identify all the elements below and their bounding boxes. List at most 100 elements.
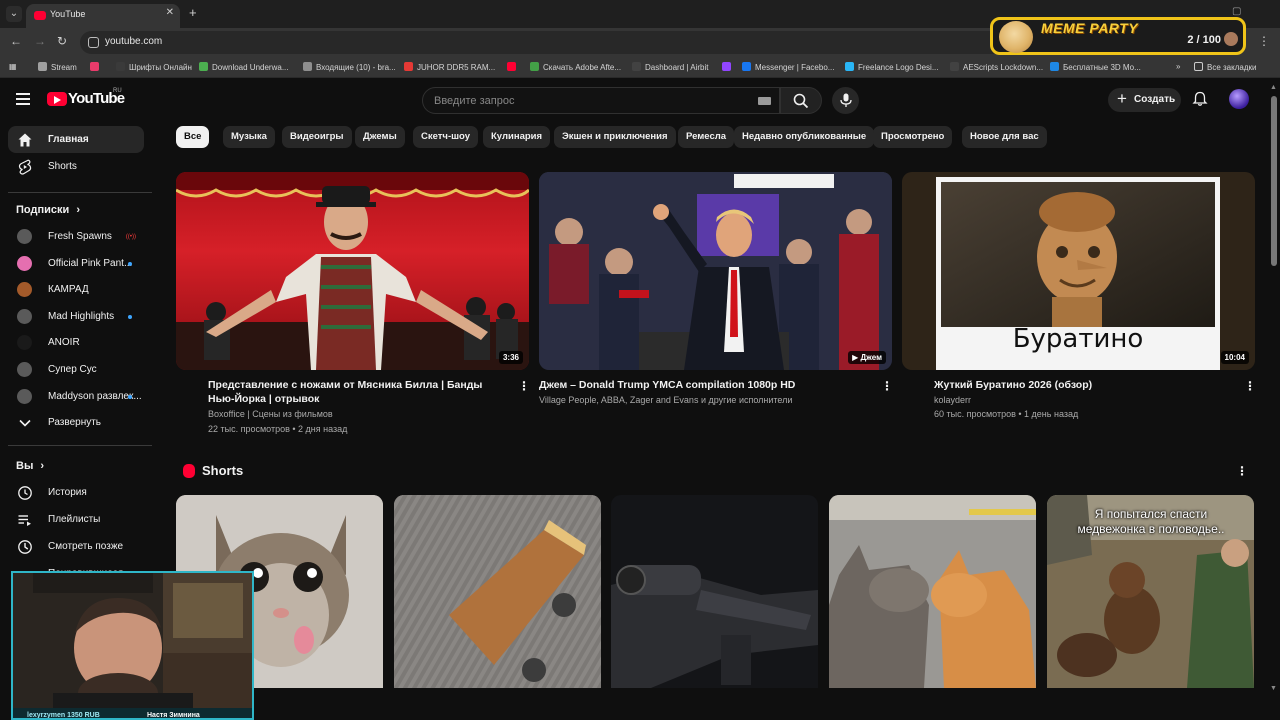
all-bookmarks-folder[interactable]: Все закладки — [1194, 62, 1256, 72]
video-channel[interactable]: Boxoffice | Сцены из фильмов — [208, 407, 333, 421]
hamburger-menu-icon[interactable] — [16, 93, 32, 105]
sidebar-item-history[interactable]: История — [8, 479, 144, 506]
chip-filter[interactable]: Скетч-шоу — [413, 126, 478, 148]
video-channel[interactable]: kolayderr — [934, 393, 971, 407]
tab-list-button[interactable]: ⌄ — [6, 6, 22, 22]
bookmark-item[interactable]: Скачать Adobe Afte... — [530, 62, 621, 72]
bookmark-item[interactable]: Шрифты Онлайн — [116, 62, 192, 72]
chip-filter[interactable]: Все — [176, 126, 210, 148]
search-icon — [793, 93, 809, 109]
sidebar-item-playlists[interactable]: Плейлисты — [8, 506, 144, 533]
sidebar-item-subscription[interactable]: Mad Highlights — [8, 303, 144, 330]
page-scrollbar[interactable]: ▲ ▼ — [1268, 82, 1280, 694]
region-code: RU — [113, 88, 122, 94]
you-heading[interactable]: Вы › — [16, 460, 44, 472]
scroll-down-icon[interactable]: ▼ — [1270, 685, 1277, 692]
channel-avatar — [17, 255, 32, 271]
bookmark-item[interactable] — [722, 62, 735, 72]
bookmark-label: Stream — [51, 63, 77, 72]
bookmarks-overflow-icon[interactable]: » — [1176, 62, 1180, 71]
chip-filter[interactable]: Музыка — [223, 126, 275, 148]
notifications-bell-icon[interactable] — [1192, 91, 1208, 107]
chip-filter[interactable]: Новое для вас — [962, 126, 1047, 148]
video-title[interactable]: Жуткий Буратино 2026 (обзор) — [934, 378, 1234, 392]
maximize-window-icon[interactable]: ▢ — [1232, 6, 1241, 17]
new-tab-button[interactable]: + — [189, 6, 197, 20]
short-card[interactable] — [394, 495, 601, 688]
bookmark-item[interactable]: Входящие (10) - bra... — [303, 62, 396, 72]
bookmark-item[interactable] — [507, 62, 520, 72]
bookmark-label: JUHOR DDR5 RAM... — [417, 63, 496, 72]
site-info-icon[interactable] — [88, 37, 99, 48]
sidebar-item-subscription[interactable]: Fresh Spawns ((•)) — [8, 223, 144, 250]
bookmark-item[interactable]: JUHOR DDR5 RAM... — [404, 62, 495, 72]
bookmark-item[interactable]: Download Underwa... — [199, 62, 288, 72]
chip-filter[interactable]: Кулинария — [483, 126, 551, 148]
sidebar-item-home[interactable]: Главная — [8, 126, 144, 153]
chip-filter[interactable]: Экшен и приключения — [554, 126, 676, 148]
sidebar-item-subscription[interactable]: Maddyson развлек... — [8, 383, 144, 410]
browser-tab-youtube[interactable]: YouTube ✕ — [26, 4, 180, 28]
more-options-icon[interactable]: ⋮ — [1236, 465, 1248, 477]
create-button[interactable]: + Создать — [1108, 88, 1181, 112]
chip-filter[interactable]: Просмотрено — [873, 126, 953, 148]
bookmark-item[interactable]: Dashboard | Airbit — [632, 62, 708, 72]
bookmark-item[interactable]: AEScripts Lockdown... — [950, 62, 1043, 72]
channel-avatar — [17, 362, 32, 377]
voice-search-button[interactable] — [832, 87, 859, 114]
chip-filter[interactable]: Недавно опубликованные — [734, 126, 875, 148]
bookmark-item[interactable]: Бесплатные 3D Мо... — [1050, 62, 1141, 72]
account-avatar[interactable] — [1229, 89, 1249, 109]
sidebar-item-label: Плейлисты — [48, 514, 101, 525]
video-thumbnail[interactable]: ▶ Джем — [539, 172, 892, 370]
back-button[interactable]: ← — [10, 34, 22, 48]
reload-button[interactable]: ↻ — [57, 34, 67, 48]
sidebar-item-expand[interactable]: Развернуть — [8, 409, 144, 436]
sidebar-item-watch-later[interactable]: Смотреть позже — [8, 533, 144, 560]
sidebar-item-subscription[interactable]: Супер Сус — [8, 356, 144, 383]
scrollbar-thumb[interactable] — [1271, 96, 1277, 266]
forward-button[interactable]: → — [34, 34, 46, 48]
bookmark-item[interactable]: Freelance Logo Desi... — [845, 62, 939, 72]
search-input[interactable]: Введите запрос — [422, 87, 780, 114]
sidebar-item-label: Fresh Spawns — [48, 231, 112, 242]
apps-grid-icon[interactable]: ▦ — [9, 62, 17, 71]
more-options-icon[interactable]: ⋮ — [1244, 380, 1256, 392]
short-card[interactable]: Я попытался спасти медвежонка в половодь… — [1047, 495, 1254, 688]
short-thumbnail — [829, 495, 1036, 688]
sidebar-item-label: КАМРАД — [48, 284, 89, 296]
short-card[interactable] — [611, 495, 818, 688]
folder-icon — [1194, 62, 1203, 71]
bookmark-item[interactable] — [90, 62, 103, 72]
sidebar-item-subscription[interactable]: Official Pink Pant... — [8, 250, 144, 277]
bookmark-favicon-icon — [530, 62, 539, 71]
video-thumbnail[interactable]: Буратино 10:04 — [902, 172, 1255, 370]
keyboard-icon[interactable] — [758, 97, 771, 105]
scroll-up-icon[interactable]: ▲ — [1270, 84, 1277, 91]
close-tab-icon[interactable]: ✕ — [166, 7, 174, 18]
subscriptions-heading[interactable]: Подписки › — [16, 204, 80, 216]
bookmark-item[interactable]: Stream — [38, 62, 77, 72]
bookmark-favicon-icon — [116, 62, 125, 71]
chip-filter[interactable]: Видеоигры — [282, 126, 352, 148]
bookmark-favicon-icon — [1050, 62, 1059, 71]
chip-filter[interactable]: Ремесла — [678, 126, 735, 148]
search-button[interactable] — [780, 87, 822, 114]
bookmark-favicon-icon — [90, 62, 99, 71]
webcam-feed — [13, 573, 252, 718]
microphone-icon — [840, 93, 852, 107]
sidebar-item-shorts[interactable]: Shorts — [8, 153, 144, 180]
video-title[interactable]: Джем – Donald Trump YMCA compilation 108… — [539, 378, 859, 392]
video-thumbnail[interactable]: 3:36 — [176, 172, 529, 370]
more-options-icon[interactable]: ⋮ — [881, 380, 893, 392]
sidebar-item-subscription[interactable]: ANOIR — [8, 329, 144, 356]
video-title[interactable]: Представление с ножами от Мясника Билла … — [208, 378, 508, 406]
youtube-logo-icon[interactable] — [47, 92, 67, 106]
video-channel[interactable]: Village People, ABBA, Zager and Evans и … — [539, 393, 792, 407]
chip-filter[interactable]: Джемы — [355, 126, 405, 148]
short-card[interactable] — [829, 495, 1036, 688]
sidebar-item-subscription[interactable]: КАМРАД — [8, 276, 144, 303]
bookmark-item[interactable]: Messenger | Facebo... — [742, 62, 834, 72]
more-options-icon[interactable]: ⋮ — [518, 380, 530, 392]
browser-menu-icon[interactable]: ⋮ — [1258, 34, 1270, 48]
